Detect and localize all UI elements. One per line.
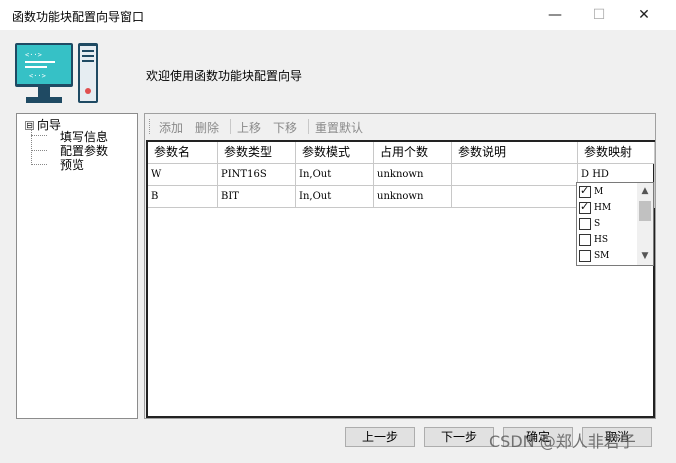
table-cell[interactable]: BIT [218, 186, 296, 208]
minimize-button[interactable]: — [541, 4, 569, 26]
table-cell[interactable]: In,Out [296, 164, 374, 186]
option-label: S [594, 219, 601, 229]
checkbox-unchecked-icon[interactable] [579, 233, 591, 246]
window-title: 函数功能块配置向导窗口 [12, 10, 145, 24]
close-button[interactable]: ✕ [630, 4, 658, 26]
scroll-thumb[interactable] [639, 201, 651, 221]
tree-connector [31, 164, 47, 165]
delete-button[interactable]: 删除 [195, 119, 219, 136]
next-step-button[interactable]: 下一步 [424, 427, 494, 447]
watermark: CSDN @郑人非君子 [489, 432, 636, 451]
mapping-option[interactable]: HM [579, 200, 612, 217]
table-cell[interactable]: In,Out [296, 186, 374, 208]
checkbox-unchecked-icon[interactable] [579, 217, 591, 230]
scroll-down-icon[interactable]: ▼ [639, 251, 651, 261]
checkbox-checked-icon[interactable] [579, 184, 591, 198]
collapse-icon[interactable]: ⊟ [25, 121, 34, 130]
table-cell[interactable] [452, 186, 578, 208]
table-cell[interactable]: W [148, 164, 218, 186]
maximize-button[interactable]: ☐ [585, 4, 613, 26]
reset-default-button[interactable]: 重置默认 [315, 119, 363, 136]
checkbox-checked-icon[interactable] [579, 200, 591, 214]
column-header[interactable]: 参数模式 [296, 142, 374, 164]
mapping-option[interactable]: S [579, 217, 600, 233]
title-bar: 函数功能块配置向导窗口 — ☐ ✕ [0, 0, 676, 31]
tree-root-label: 向导 [37, 118, 62, 132]
prev-step-button[interactable]: 上一步 [345, 427, 415, 447]
table-header-row: 参数名 参数类型 参数模式 占用个数 参数说明 参数映射 [148, 142, 655, 164]
mapping-option[interactable]: HS [579, 233, 608, 249]
svg-text:<··>: <··> [25, 51, 42, 59]
tree-connector [31, 150, 47, 151]
wizard-step-tree: ⊟ 向导 填写信息 配置参数 预览 [16, 113, 138, 419]
column-header[interactable]: 参数类型 [218, 142, 296, 164]
scroll-up-icon[interactable]: ▲ [639, 186, 651, 196]
table-cell[interactable] [452, 164, 578, 186]
checkbox-unchecked-icon[interactable] [579, 249, 591, 262]
table-cell[interactable]: unknown [374, 186, 452, 208]
tree-item-preview[interactable]: 预览 [60, 156, 84, 173]
svg-text:<··>: <··> [29, 72, 46, 80]
column-header[interactable]: 占用个数 [374, 142, 452, 164]
toolbar-grip [149, 119, 151, 134]
option-label: HS [594, 235, 609, 245]
tree-connector [31, 135, 47, 136]
toolbar-separator [308, 119, 309, 134]
move-down-button[interactable]: 下移 [273, 119, 297, 136]
parameter-config-panel: 添加 删除 上移 下移 重置默认 参数名 参数类型 参数模式 占用个数 参数说明… [144, 113, 656, 419]
parameter-toolbar: 添加 删除 上移 下移 重置默认 [145, 114, 655, 139]
table-cell[interactable]: B [148, 186, 218, 208]
toolbar-separator [230, 119, 231, 134]
welcome-message: 欢迎使用函数功能块配置向导 [146, 69, 303, 83]
tree-root-wizard[interactable]: ⊟ 向导 [25, 116, 61, 133]
column-header[interactable]: 参数说明 [452, 142, 578, 164]
computer-icon: <··> <··> [15, 43, 98, 103]
option-label: M [594, 187, 604, 197]
column-header[interactable]: 参数名 [148, 142, 218, 164]
move-up-button[interactable]: 上移 [237, 119, 261, 136]
mapping-dropdown-list[interactable]: M HM S HS SM ▲ ▼ [576, 182, 654, 266]
column-header[interactable]: 参数映射 [578, 142, 655, 164]
table-cell[interactable]: unknown [374, 164, 452, 186]
tree-connector [31, 128, 32, 165]
option-label: SM [594, 251, 610, 261]
option-label: HM [594, 203, 612, 213]
mapping-option[interactable]: SM [579, 249, 609, 265]
add-button[interactable]: 添加 [159, 119, 183, 136]
dropdown-scrollbar[interactable]: ▲ ▼ [637, 183, 653, 265]
table-cell[interactable]: PINT16S [218, 164, 296, 186]
